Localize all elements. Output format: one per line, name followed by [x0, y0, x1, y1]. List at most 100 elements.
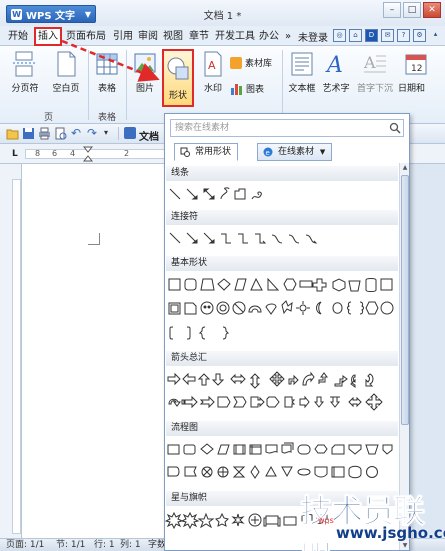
status-page: 页面: 1/1: [6, 540, 45, 550]
shape-grid-arrows[interactable]: [165, 370, 399, 418]
shape-grid-flowchart[interactable]: [165, 440, 399, 488]
shape-button[interactable]: 形状: [162, 49, 194, 107]
date-button[interactable]: 12 日期和: [398, 50, 438, 94]
share-icon[interactable]: ⌂: [349, 29, 362, 42]
tab-home[interactable]: 开始: [8, 29, 28, 44]
table-icon: [96, 53, 118, 75]
indent-marker-icon[interactable]: [83, 146, 93, 162]
redo-icon[interactable]: ↷: [87, 127, 100, 140]
ruler-mark: 2: [124, 149, 130, 158]
shape-row-connectors[interactable]: [165, 229, 399, 251]
tab-online-material-label: 在线素材: [278, 147, 315, 157]
tab-insert[interactable]: 插入: [34, 27, 62, 46]
vertical-ruler[interactable]: [0, 164, 22, 538]
qat-customize-icon[interactable]: ▾: [104, 127, 117, 140]
tab-online-material[interactable]: e 在线素材 ▼: [257, 143, 333, 161]
page-break-button[interactable]: 分页符: [8, 50, 42, 94]
print-preview-icon[interactable]: [54, 127, 67, 140]
print-icon[interactable]: [38, 127, 51, 140]
chart-icon: [231, 84, 242, 95]
watermark-url: www.jsgho.com: [336, 524, 445, 542]
status-section: 节: 1/1: [56, 540, 86, 550]
tab-references[interactable]: 引用: [113, 29, 133, 44]
site-watermark: 技术员联盟 wps www.jsgho.com: [300, 486, 445, 551]
text-box-button[interactable]: 文本框: [286, 50, 318, 94]
picture-icon: [134, 53, 156, 73]
title-bar: W WPS 文字 ▼ 文档 1 * – □ ✕: [0, 0, 445, 26]
category-arrows: 箭头总汇: [166, 351, 398, 366]
watermark-button[interactable]: A 水印: [200, 50, 226, 94]
mail-icon[interactable]: ✉: [381, 29, 394, 42]
search-icon[interactable]: [389, 122, 401, 134]
tab-chapter[interactable]: 章节: [189, 29, 209, 44]
chart-button[interactable]: 图表: [230, 82, 264, 95]
shape-grid-basic[interactable]: [165, 275, 399, 349]
ribbon-separator: [282, 50, 283, 120]
category-lines: 线条: [166, 166, 398, 181]
chevron-down-icon: ▼: [319, 148, 326, 156]
svg-text:A: A: [363, 53, 376, 72]
wps-window: W WPS 文字 ▼ 文档 1 * – □ ✕ 开始 插入 页面布局 引用 审阅…: [0, 0, 445, 551]
tab-review[interactable]: 审阅: [138, 29, 158, 44]
art-text-icon: A: [325, 53, 343, 78]
ruler-track: [25, 149, 165, 159]
group-label-page: 页: [44, 113, 54, 123]
svg-text:A: A: [325, 53, 343, 78]
docer-icon[interactable]: D: [365, 29, 378, 42]
open-folder-icon[interactable]: [6, 127, 19, 140]
drop-cap-icon: A: [363, 53, 386, 73]
tab-common-shapes[interactable]: 常用形状: [174, 143, 239, 161]
blank-page-label: 空白页: [52, 84, 80, 94]
tab-office[interactable]: 办公: [259, 29, 279, 44]
category-connectors: 连接符: [166, 210, 398, 225]
shape-icon: [167, 57, 189, 80]
skin-icon[interactable]: ◎: [333, 29, 346, 42]
tab-stop-selector[interactable]: L: [12, 149, 18, 159]
minimize-ribbon-icon[interactable]: ▴: [429, 29, 442, 42]
table-label: 表格: [97, 84, 116, 94]
ribbon-separator: [88, 50, 89, 120]
category-basic-shapes: 基本形状: [166, 256, 398, 271]
qat-separator: [118, 127, 119, 140]
picture-button[interactable]: 图片: [130, 50, 160, 94]
watermark-label: 水印: [203, 84, 222, 94]
document-tab[interactable]: 文档: [139, 128, 159, 143]
drop-cap-label: 首字下沉: [356, 84, 393, 94]
svg-text:A: A: [208, 59, 216, 72]
blank-page-button[interactable]: 空白页: [48, 50, 84, 94]
art-text-button[interactable]: A 艺术字: [320, 50, 352, 94]
tab-page-layout[interactable]: 页面布局: [66, 29, 106, 44]
chart-label: 图表: [246, 85, 265, 95]
help-icon[interactable]: ?: [397, 29, 410, 42]
table-button[interactable]: 表格: [92, 50, 122, 94]
scroll-up-icon[interactable]: ▲: [401, 164, 409, 173]
material-library-button[interactable]: 素材库: [230, 56, 272, 69]
save-icon[interactable]: [22, 127, 35, 140]
maximize-button[interactable]: □: [403, 2, 421, 18]
document-tab-icon: [124, 127, 136, 139]
more-tabs-icon[interactable]: »: [285, 29, 291, 44]
settings-icon[interactable]: ⚙: [413, 29, 426, 42]
calendar-icon: 12: [405, 54, 427, 75]
document-page[interactable]: [22, 164, 165, 538]
drop-cap-button[interactable]: A 首字下沉: [355, 50, 395, 94]
tab-common-shapes-label: 常用形状: [195, 147, 232, 157]
margin-corner-mark: [88, 233, 100, 245]
scroll-thumb[interactable]: [401, 175, 409, 425]
tab-developer[interactable]: 开发工具: [215, 29, 255, 44]
date-label: 日期和: [398, 84, 426, 94]
login-status[interactable]: 未登录: [298, 29, 328, 44]
watermark-icon: A: [204, 51, 222, 77]
ruler-mark: 4: [70, 149, 76, 158]
vertical-ruler-track: [12, 179, 21, 534]
status-col: 列: 1: [120, 540, 141, 550]
minimize-button[interactable]: –: [383, 2, 401, 18]
shape-row-lines[interactable]: [165, 185, 399, 207]
watermark-small: wps: [318, 516, 334, 525]
online-material-search-input[interactable]: 搜索在线素材: [170, 119, 404, 137]
shape-label: 形状: [168, 91, 187, 101]
page-break-icon: [13, 51, 37, 77]
tab-view[interactable]: 视图: [163, 29, 183, 44]
close-button[interactable]: ✕: [423, 2, 441, 18]
undo-icon[interactable]: ↶: [71, 127, 84, 140]
